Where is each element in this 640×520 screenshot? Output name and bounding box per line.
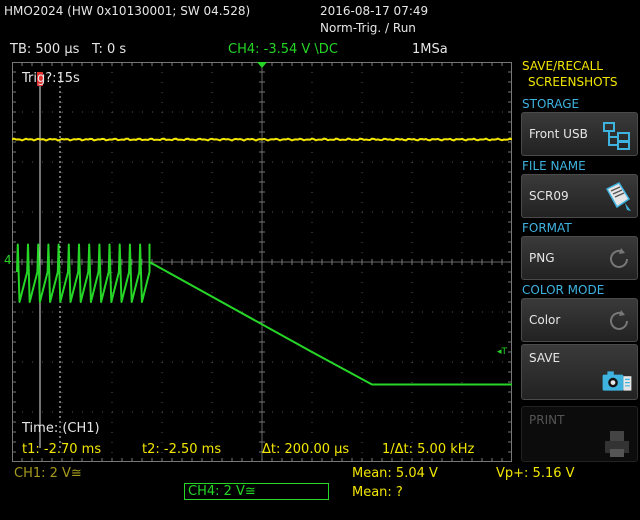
colormode-button[interactable]: Color xyxy=(521,298,638,342)
waveform-display[interactable] xyxy=(12,62,512,462)
grid xyxy=(12,62,512,462)
print-label: PRINT xyxy=(529,413,565,427)
menu-title-1: SAVE/RECALL xyxy=(522,59,603,73)
printer-icon xyxy=(605,431,629,457)
filename-button[interactable]: SCR09 xyxy=(521,174,638,218)
cursor-delta-t: Δt: 200.00 µs xyxy=(262,442,350,457)
format-value: PNG xyxy=(529,251,555,265)
storage-value: Front USB xyxy=(529,127,588,141)
trigger-position-marker xyxy=(257,62,267,68)
colormode-value: Color xyxy=(529,313,561,327)
trigger-mode: Norm-Trig. / Run xyxy=(320,21,416,35)
rotate-cycle-icon xyxy=(610,310,628,330)
ch4-marker[interactable]: 4 xyxy=(4,253,12,267)
sample-rate: 1MSa xyxy=(412,42,448,57)
rotate-cycle-icon xyxy=(610,248,628,268)
storage-header: STORAGE xyxy=(522,97,580,111)
timebase[interactable]: TB: 500 µs xyxy=(10,42,79,57)
measurement-mean-1: Mean: 5.04 V xyxy=(352,466,438,481)
print-button[interactable]: PRINT xyxy=(521,406,638,462)
colormode-header: COLOR MODE xyxy=(522,283,605,297)
trig-label: Trig?:15s xyxy=(22,71,80,86)
ch1-trace xyxy=(12,137,512,142)
device-info: HMO2024 (HW 0x10130001; SW 04.528) xyxy=(4,4,251,18)
storage-button[interactable]: Front USB xyxy=(521,112,638,156)
datetime: 2016-08-17 07:49 xyxy=(320,4,429,18)
cursor-t2: t2: -2.50 ms xyxy=(142,442,222,457)
format-header: FORMAT xyxy=(522,221,572,235)
ch1-scale[interactable]: CH1: 2 V≅ xyxy=(14,466,82,481)
filename-value: SCR09 xyxy=(529,189,569,203)
measurement-vp: Vp+: 5.16 V xyxy=(496,466,575,481)
format-button[interactable]: PNG xyxy=(521,236,638,280)
filename-header: FILE NAME xyxy=(522,159,586,173)
cursor-frequency: 1/Δt: 5.00 kHz xyxy=(382,442,475,457)
usb-folder-icon xyxy=(603,122,630,150)
cursor-t1: t1: -2.70 ms xyxy=(22,442,102,457)
save-label: SAVE xyxy=(529,351,561,365)
trigger-level-marker[interactable]: ◂T xyxy=(497,347,507,357)
edit-document-icon xyxy=(605,182,631,211)
ch4-scale: CH4: 2 V≅ xyxy=(188,484,256,499)
time-offset[interactable]: T: 0 s xyxy=(92,42,126,57)
save-button[interactable]: SAVE xyxy=(521,344,638,400)
trigger-info[interactable]: CH4: -3.54 V \DC xyxy=(228,42,338,57)
camera-save-icon xyxy=(602,371,632,391)
measurement-mean-2: Mean: ? xyxy=(352,485,403,500)
ch4-trace xyxy=(16,243,512,386)
menu-title-2: SCREENSHOTS xyxy=(528,75,618,89)
cursor-time-label: Time: (CH1) xyxy=(22,421,100,436)
